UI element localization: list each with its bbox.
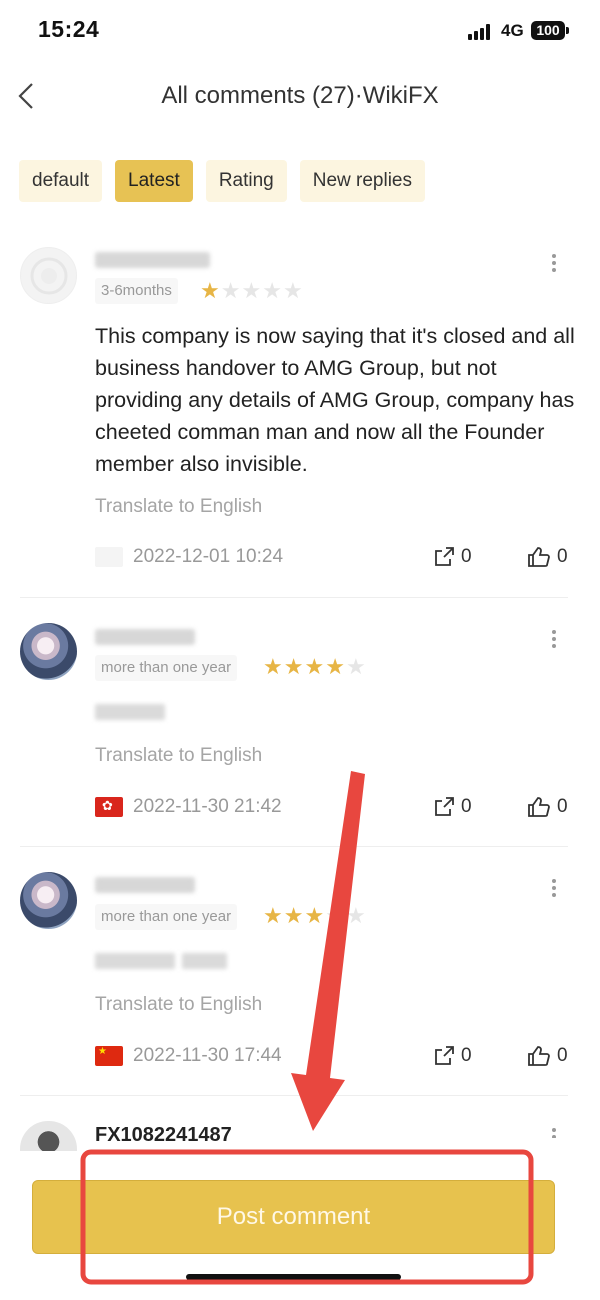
- comment-date: 2022-11-30 17:44: [133, 1045, 282, 1066]
- username-blurred: [95, 629, 195, 645]
- comment-text-blurred: [95, 704, 165, 720]
- avatar[interactable]: [20, 247, 77, 304]
- thumbs-up-icon: [528, 1046, 550, 1066]
- rating-stars: ★ ★ ★ ★ ★: [263, 905, 366, 927]
- more-options-button[interactable]: [544, 875, 564, 901]
- like-button[interactable]: 0: [527, 544, 568, 570]
- star-icon: ★: [262, 278, 282, 303]
- like-count: 0: [557, 1045, 568, 1066]
- star-icon: ★: [304, 903, 325, 928]
- avatar[interactable]: [20, 623, 77, 680]
- star-icon: ★: [325, 654, 345, 679]
- divider: [20, 846, 568, 847]
- like-button[interactable]: 0: [527, 1043, 568, 1069]
- star-icon: ★: [325, 903, 345, 928]
- filter-tabs: default Latest Rating New replies: [19, 160, 425, 202]
- thumbs-up-icon: [528, 797, 550, 817]
- star-icon: ★: [200, 278, 220, 303]
- star-icon: ★: [345, 654, 366, 679]
- avatar[interactable]: [20, 872, 77, 929]
- share-button[interactable]: 0: [433, 1043, 472, 1069]
- comment-text: This company is now saying that it's clo…: [95, 324, 575, 476]
- star-icon: ★: [263, 654, 283, 679]
- share-count: 0: [461, 796, 472, 817]
- home-indicator: [186, 1274, 401, 1280]
- flag-hk-icon: [95, 797, 123, 817]
- translate-link[interactable]: Translate to English: [95, 994, 262, 1016]
- battery-tip: [566, 27, 569, 34]
- divider: [20, 597, 568, 598]
- signal-icon: [468, 24, 494, 40]
- share-button[interactable]: 0: [433, 794, 472, 820]
- more-options-button[interactable]: [544, 250, 564, 276]
- tenure-badge: more than one year: [95, 655, 238, 681]
- username: FX1082241487: [95, 1124, 232, 1146]
- network-label: 4G: [501, 21, 524, 40]
- star-icon: ★: [283, 903, 304, 928]
- rating-stars: ★ ★ ★ ★ ★: [200, 280, 303, 302]
- comment-text-blurred: [95, 953, 175, 969]
- star-icon: ★: [304, 654, 325, 679]
- star-icon: ★: [220, 278, 241, 303]
- tenure-badge: 3-6months: [95, 278, 178, 304]
- tab-rating[interactable]: Rating: [205, 160, 287, 202]
- comment-date: 2022-11-30 21:42: [133, 796, 282, 817]
- status-time: 15:24: [38, 16, 100, 42]
- star-icon: ★: [263, 903, 283, 928]
- translate-link[interactable]: Translate to English: [95, 496, 262, 518]
- like-count: 0: [557, 796, 568, 817]
- comment-date: 2022-12-01 10:24: [133, 546, 284, 567]
- share-count: 0: [461, 546, 472, 567]
- comment-text-blurred: [182, 953, 227, 969]
- star-icon: ★: [345, 903, 366, 928]
- star-icon: ★: [282, 278, 303, 303]
- tab-default[interactable]: default: [19, 160, 103, 202]
- status-bar: 15:24 4G 100: [0, 0, 600, 62]
- tab-new-replies[interactable]: New replies: [299, 160, 425, 202]
- translate-link[interactable]: Translate to English: [95, 745, 262, 767]
- star-icon: ★: [241, 278, 262, 303]
- post-comment-button[interactable]: Post comment: [32, 1180, 555, 1254]
- more-options-button[interactable]: [544, 626, 564, 652]
- like-button[interactable]: 0: [527, 794, 568, 820]
- avatar[interactable]: [20, 1121, 77, 1151]
- share-icon: [435, 1046, 454, 1065]
- share-count: 0: [461, 1045, 472, 1066]
- annotation-arrow: [291, 771, 365, 1131]
- flag-cn-icon: [95, 1046, 123, 1066]
- flag-icon: [95, 547, 123, 567]
- page-title: All comments (27)·WikiFX: [161, 82, 439, 109]
- like-count: 0: [557, 546, 568, 567]
- username-blurred: [95, 252, 210, 268]
- thumbs-up-icon: [528, 547, 550, 567]
- tenure-badge: more than one year: [95, 904, 238, 930]
- username-blurred: [95, 877, 195, 893]
- divider: [20, 1095, 568, 1096]
- nav-bar: All comments (27)·WikiFX: [0, 62, 600, 132]
- more-options-button[interactable]: [544, 1124, 564, 1138]
- battery-icon: 100: [531, 21, 565, 40]
- rating-stars: ★ ★ ★ ★ ★: [263, 656, 366, 678]
- share-icon: [435, 797, 454, 816]
- share-button[interactable]: 0: [433, 544, 472, 570]
- share-icon: [435, 547, 454, 566]
- star-icon: ★: [283, 654, 304, 679]
- tab-latest[interactable]: Latest: [115, 160, 193, 202]
